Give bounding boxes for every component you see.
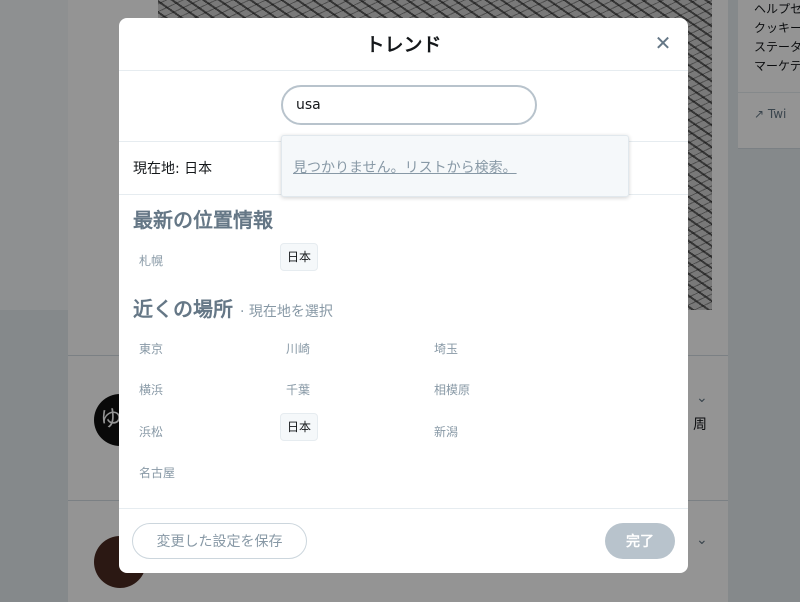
no-results-link[interactable]: 見つかりません。リストから検索。: [293, 157, 517, 177]
location-chip-saitama[interactable]: 埼玉: [428, 335, 464, 363]
close-icon[interactable]: ✕: [652, 32, 674, 54]
location-chip-japan-selected[interactable]: 日本: [280, 243, 319, 271]
recent-locations-heading: 最新の位置情報: [133, 204, 273, 233]
location-chip-sapporo[interactable]: 札幌: [133, 247, 169, 275]
search-row: [119, 71, 688, 142]
current-location-label: 現在地: 日本: [133, 161, 213, 177]
location-chip-yokohama[interactable]: 横浜: [133, 376, 169, 404]
nearby-places-heading: 近くの場所 · 現在地を選択: [133, 293, 333, 322]
location-chip-chiba[interactable]: 千葉: [280, 376, 316, 404]
modal-title: トレンド: [365, 34, 442, 56]
modal-header: トレンド ✕: [119, 18, 688, 71]
location-search-input[interactable]: [281, 85, 537, 125]
search-suggestions-dropdown: 見つかりません。リストから検索。: [281, 135, 629, 197]
location-chip-hamamatsu[interactable]: 浜松: [133, 418, 169, 446]
trends-modal: トレンド ✕ 現在地: 日本 見つかりません。リストから検索。 最新の位置情報 …: [119, 18, 688, 573]
save-settings-button[interactable]: 変更した設定を保存: [132, 523, 307, 559]
location-chip-tokyo[interactable]: 東京: [133, 335, 169, 363]
nearby-places-title: 近くの場所: [133, 297, 233, 321]
modal-footer: 変更した設定を保存 完了: [119, 508, 688, 574]
location-chip-kawasaki[interactable]: 川崎: [280, 335, 316, 363]
recent-locations-title: 最新の位置情報: [133, 208, 273, 232]
location-chip-niigata[interactable]: 新潟: [428, 418, 464, 446]
location-chip-japan-selected[interactable]: 日本: [280, 413, 319, 441]
done-button[interactable]: 完了: [605, 523, 675, 559]
nearby-places-subtitle[interactable]: · 現在地を選択: [240, 304, 333, 320]
location-chip-nagoya[interactable]: 名古屋: [133, 459, 181, 487]
location-chip-sagamihara[interactable]: 相模原: [428, 376, 476, 404]
